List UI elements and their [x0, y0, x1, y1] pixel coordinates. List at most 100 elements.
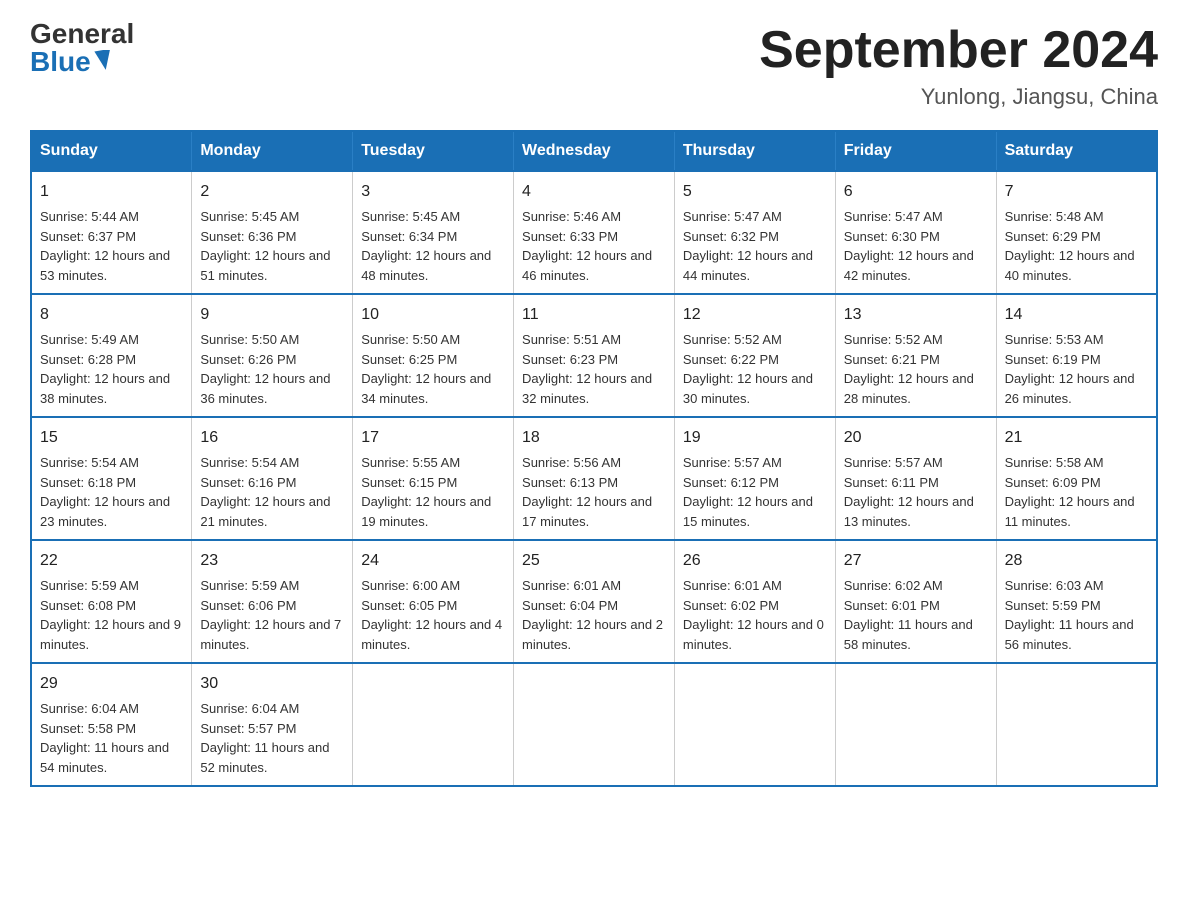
- calendar-subtitle: Yunlong, Jiangsu, China: [759, 84, 1158, 110]
- day-sunset: Sunset: 6:21 PM: [844, 352, 940, 367]
- day-number: 3: [361, 180, 505, 204]
- day-sunrise: Sunrise: 5:54 AM: [200, 455, 299, 470]
- calendar-week-row: 15 Sunrise: 5:54 AM Sunset: 6:18 PM Dayligh…: [31, 417, 1157, 540]
- calendar-day-cell: [353, 663, 514, 786]
- header-wednesday: Wednesday: [514, 131, 675, 171]
- day-daylight: Daylight: 12 hours and 44 minutes.: [683, 248, 813, 283]
- calendar-day-cell: [514, 663, 675, 786]
- day-sunset: Sunset: 5:59 PM: [1005, 598, 1101, 613]
- day-daylight: Daylight: 11 hours and 58 minutes.: [844, 617, 973, 652]
- day-number: 21: [1005, 426, 1148, 450]
- day-sunrise: Sunrise: 5:45 AM: [200, 209, 299, 224]
- calendar-day-cell: 4Sunrise: 5:46 AMSunset: 6:33 PMDaylight…: [514, 171, 675, 294]
- calendar-week-row: 1Sunrise: 5:44 AMSunset: 6:37 PMDaylight…: [31, 171, 1157, 294]
- day-daylight: Daylight: 11 hours and 56 minutes.: [1005, 617, 1134, 652]
- day-number: 2: [200, 180, 344, 204]
- day-sunset: Sunset: 6:04 PM: [522, 598, 618, 613]
- day-sunrise: Sunrise: 5:57 AM: [844, 455, 943, 470]
- calendar-day-cell: 7 Sunrise: 5:48 AM Sunset: 6:29 PM Daylight…: [996, 171, 1157, 294]
- calendar-day-cell: 16Sunrise: 5:54 AMSunset: 6:16 PMDayligh…: [192, 417, 353, 540]
- day-number: 25: [522, 549, 666, 573]
- day-daylight: Daylight: 12 hours and 36 minutes.: [200, 371, 330, 406]
- day-sunrise: Sunrise: 5:52 AM: [683, 332, 782, 347]
- logo: General Blue: [30, 20, 134, 76]
- day-daylight: Daylight: 12 hours and 30 minutes.: [683, 371, 813, 406]
- day-number: 14: [1005, 303, 1148, 327]
- day-number: 18: [522, 426, 666, 450]
- day-number: 5: [683, 180, 827, 204]
- calendar-title: September 2024: [759, 20, 1158, 80]
- day-sunset: Sunset: 6:25 PM: [361, 352, 457, 367]
- day-sunset: Sunset: 6:02 PM: [683, 598, 779, 613]
- day-number: 13: [844, 303, 988, 327]
- day-daylight: Daylight: 12 hours and 7 minutes.: [200, 617, 341, 652]
- day-daylight: Daylight: 12 hours and 4 minutes.: [361, 617, 502, 652]
- day-number: 27: [844, 549, 988, 573]
- header-saturday: Saturday: [996, 131, 1157, 171]
- day-number: 24: [361, 549, 505, 573]
- day-sunset: Sunset: 6:37 PM: [40, 229, 136, 244]
- day-daylight: Daylight: 12 hours and 0 minutes.: [683, 617, 824, 652]
- day-sunset: Sunset: 6:12 PM: [683, 475, 779, 490]
- day-number: 11: [522, 303, 666, 327]
- day-sunset: Sunset: 6:13 PM: [522, 475, 618, 490]
- day-number: 28: [1005, 549, 1148, 573]
- calendar-day-cell: 21Sunrise: 5:58 AMSunset: 6:09 PMDayligh…: [996, 417, 1157, 540]
- day-sunrise: Sunrise: 6:04 AM: [200, 701, 299, 716]
- day-sunrise: Sunrise: 5:48 AM: [1005, 209, 1104, 224]
- day-sunset: Sunset: 6:08 PM: [40, 598, 136, 613]
- day-daylight: Daylight: 12 hours and 51 minutes.: [200, 248, 330, 283]
- day-sunset: Sunset: 6:18 PM: [40, 475, 136, 490]
- calendar-day-cell: 19Sunrise: 5:57 AMSunset: 6:12 PMDayligh…: [674, 417, 835, 540]
- calendar-day-cell: 27 Sunrise: 6:02 AM Sunset: 6:01 PM Dayligh…: [835, 540, 996, 663]
- day-daylight: Daylight: 12 hours and 42 minutes.: [844, 248, 974, 283]
- day-sunset: Sunset: 6:09 PM: [1005, 475, 1101, 490]
- day-sunset: Sunset: 6:26 PM: [200, 352, 296, 367]
- calendar-table: SundayMondayTuesdayWednesdayThursdayFrid…: [30, 130, 1158, 787]
- day-number: 17: [361, 426, 505, 450]
- header-thursday: Thursday: [674, 131, 835, 171]
- calendar-day-cell: 26Sunrise: 6:01 AMSunset: 6:02 PMDayligh…: [674, 540, 835, 663]
- day-daylight: Daylight: 12 hours and 21 minutes.: [200, 494, 330, 529]
- calendar-day-cell: 3Sunrise: 5:45 AMSunset: 6:34 PMDaylight…: [353, 171, 514, 294]
- day-daylight: Daylight: 12 hours and 40 minutes.: [1005, 248, 1135, 283]
- calendar-day-cell: [835, 663, 996, 786]
- calendar-week-row: 22Sunrise: 5:59 AMSunset: 6:08 PMDayligh…: [31, 540, 1157, 663]
- logo-blue: Blue: [30, 48, 91, 76]
- header-friday: Friday: [835, 131, 996, 171]
- calendar-day-cell: 24Sunrise: 6:00 AMSunset: 6:05 PMDayligh…: [353, 540, 514, 663]
- day-sunrise: Sunrise: 5:54 AM: [40, 455, 139, 470]
- day-daylight: Daylight: 12 hours and 46 minutes.: [522, 248, 652, 283]
- calendar-day-cell: 29Sunrise: 6:04 AMSunset: 5:58 PMDayligh…: [31, 663, 192, 786]
- calendar-day-cell: 6Sunrise: 5:47 AMSunset: 6:30 PMDaylight…: [835, 171, 996, 294]
- calendar-day-cell: [996, 663, 1157, 786]
- day-sunrise: Sunrise: 5:59 AM: [200, 578, 299, 593]
- day-sunset: Sunset: 6:23 PM: [522, 352, 618, 367]
- day-sunrise: Sunrise: 6:00 AM: [361, 578, 460, 593]
- day-sunrise: Sunrise: 5:55 AM: [361, 455, 460, 470]
- day-sunset: Sunset: 6:15 PM: [361, 475, 457, 490]
- day-sunrise: Sunrise: 5:57 AM: [683, 455, 782, 470]
- calendar-header-row: SundayMondayTuesdayWednesdayThursdayFrid…: [31, 131, 1157, 171]
- day-daylight: Daylight: 12 hours and 53 minutes.: [40, 248, 170, 283]
- day-sunrise: Sunrise: 6:02 AM: [844, 578, 943, 593]
- day-sunset: Sunset: 6:01 PM: [844, 598, 940, 613]
- day-daylight: Daylight: 12 hours and 11 minutes.: [1005, 494, 1135, 529]
- calendar-day-cell: 20Sunrise: 5:57 AMSunset: 6:11 PMDayligh…: [835, 417, 996, 540]
- calendar-day-cell: 10Sunrise: 5:50 AMSunset: 6:25 PMDayligh…: [353, 294, 514, 417]
- day-sunrise: Sunrise: 5:53 AM: [1005, 332, 1104, 347]
- header-tuesday: Tuesday: [353, 131, 514, 171]
- day-number: 7: [1005, 180, 1148, 204]
- calendar-day-cell: 23Sunrise: 5:59 AMSunset: 6:06 PMDayligh…: [192, 540, 353, 663]
- day-number: 4: [522, 180, 666, 204]
- calendar-week-row: 29Sunrise: 6:04 AMSunset: 5:58 PMDayligh…: [31, 663, 1157, 786]
- calendar-day-cell: 5Sunrise: 5:47 AMSunset: 6:32 PMDaylight…: [674, 171, 835, 294]
- day-number: 23: [200, 549, 344, 573]
- calendar-day-cell: [674, 663, 835, 786]
- day-number: 15: [40, 426, 183, 450]
- day-number: 26: [683, 549, 827, 573]
- day-sunset: Sunset: 6:29 PM: [1005, 229, 1101, 244]
- day-sunrise: Sunrise: 5:50 AM: [361, 332, 460, 347]
- calendar-day-cell: 2Sunrise: 5:45 AMSunset: 6:36 PMDaylight…: [192, 171, 353, 294]
- day-sunset: Sunset: 6:22 PM: [683, 352, 779, 367]
